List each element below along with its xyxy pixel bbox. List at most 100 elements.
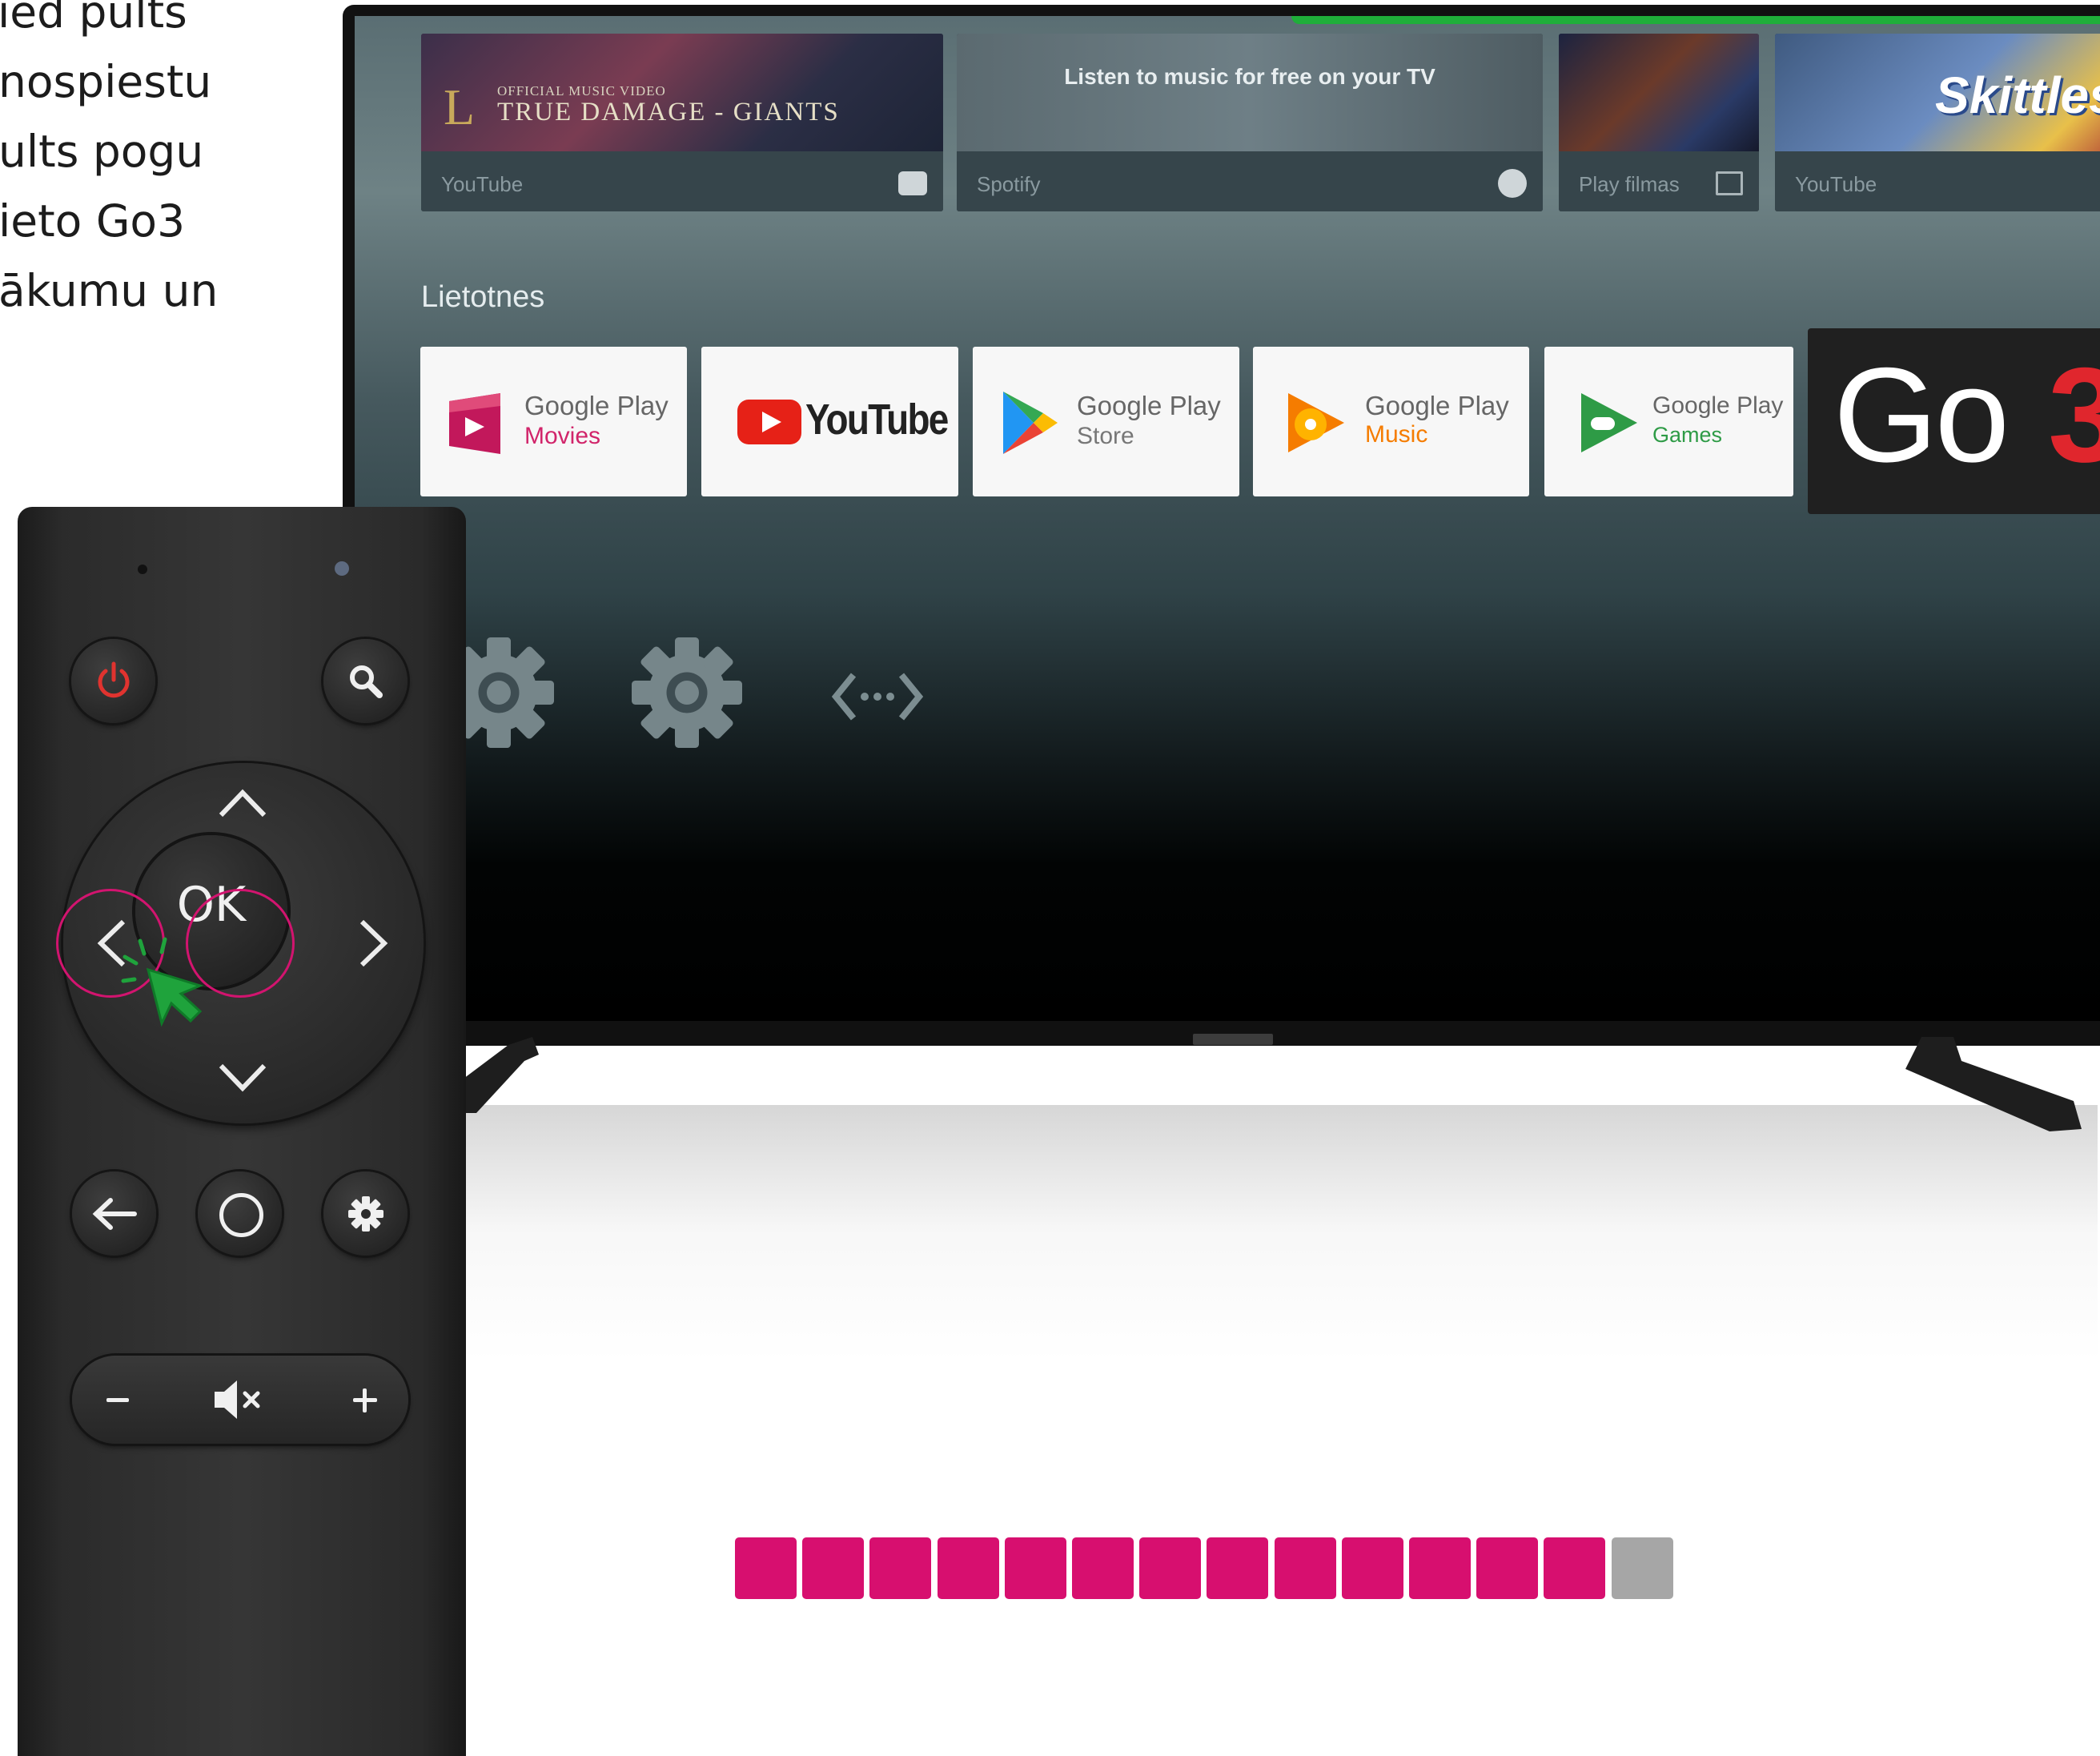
home-button[interactable] [198,1171,282,1256]
power-button[interactable] [71,639,155,723]
status-led [335,561,349,576]
progress-segment [1072,1537,1134,1599]
app-line2: Movies [524,423,601,449]
card-title: Listen to music for free on your TV [1064,64,1435,89]
card-source: YouTube [1795,172,1877,196]
tv-screen: L OFFICIAL MUSIC VIDEO TRUE DAMAGE - GIA… [355,16,2100,1021]
click-cursor-icon [121,937,204,1027]
tv-brand-logo [1193,1034,1273,1045]
progress-segment [1409,1537,1471,1599]
recommendation-card-youtube[interactable]: L OFFICIAL MUSIC VIDEO TRUE DAMAGE - GIA… [421,34,943,211]
card-footer: YouTube [421,151,943,211]
tv-reflection [456,1105,2098,1361]
app-line2: Music [1365,421,1428,448]
instruction-line: ied pults [0,0,187,38]
progress-segment [1341,1537,1403,1599]
app-google-play-games[interactable]: Google Play Games [1544,347,1793,496]
plus-icon-v [363,1388,367,1412]
dpad-up-button[interactable] [215,783,271,826]
google-play-store-icon [1003,392,1058,454]
progress-segment [1139,1537,1202,1599]
ir-sensor [138,565,147,574]
recommendation-card-spotify[interactable]: Listen to music for free on your TV Spot… [957,34,1543,211]
card-footer: Play filmas [1559,151,1759,211]
apps-row-title: Lietotnes [421,280,545,314]
app-youtube[interactable]: YouTube [701,347,958,496]
chevron-down-icon [219,1063,267,1092]
card-source: Play filmas [1579,172,1680,196]
league-logo: L [444,78,476,135]
card-art: L OFFICIAL MUSIC VIDEO TRUE DAMAGE - GIA… [421,34,943,151]
card-footer: YouTube [1775,151,2100,211]
app-line1: Google Play [524,391,669,420]
google-play-music-icon [1288,393,1344,452]
back-arrow-icon [92,1198,137,1230]
tv: L OFFICIAL MUSIC VIDEO TRUE DAMAGE - GIA… [343,5,2100,1046]
instruction-text: ied pults nospiestu ults pogu ieto Go3 ā… [0,0,336,326]
minus-icon [106,1398,129,1402]
instruction-line: ākumu un [0,265,219,316]
tv-top-accent [1291,16,2100,24]
recommendation-card-youtube-2[interactable]: Skittles YouTube [1775,34,2100,211]
settings-button[interactable] [323,1171,408,1256]
app-line2: Store [1077,423,1134,449]
search-icon [350,665,383,698]
chevron-right-icon [359,919,388,967]
card-source: YouTube [441,172,524,196]
card-overline: OFFICIAL MUSIC VIDEO [497,83,666,98]
remote-control: OK [18,507,466,1756]
volume-up-button[interactable] [340,1380,388,1420]
volume-rocker [72,1356,408,1444]
tv-stand-left [460,1037,539,1113]
card-art [1559,34,1759,151]
card-title: Skittles [1935,66,2100,124]
film-icon [1716,171,1743,195]
google-play-games-icon [1581,393,1637,452]
home-circle-icon [219,1193,263,1237]
card-art: Skittles [1775,34,2100,151]
progress-segment [1544,1537,1606,1599]
search-button[interactable] [323,639,408,723]
go3-logo-mark: 3 [2048,340,2100,490]
volume-down-button[interactable] [92,1380,140,1420]
progress-segment [1611,1537,1673,1599]
card-art: Listen to music for free on your TV [957,34,1543,151]
progress-segment [1004,1537,1066,1599]
card-title: TRUE DAMAGE - GIANTS [497,98,840,127]
app-go3[interactable]: Go 3 [1808,328,2100,514]
progress-segment [937,1537,999,1599]
progress-segment [1207,1537,1269,1599]
youtube-icon [898,171,927,195]
device-settings-gear-icon[interactable] [627,633,747,753]
card-footer: Spotify [957,151,1543,211]
youtube-logo-icon [737,400,801,444]
spotify-icon [1498,169,1527,198]
card-source: Spotify [977,172,1041,196]
dpad-right-button[interactable] [354,915,394,974]
app-label: YouTube [805,396,949,444]
mute-icon [215,1380,260,1419]
progress-segment [802,1537,865,1599]
chevron-up-icon [219,789,267,818]
recommendation-card-play-films[interactable]: Play filmas [1559,34,1759,211]
progress-segment [869,1537,932,1599]
tv-stand-right [1905,1037,2082,1131]
step-progress [735,1537,1680,1599]
app-google-play-store[interactable]: Google Play Store [973,347,1239,496]
power-icon [98,661,130,698]
app-google-play-movies[interactable]: Google Play Movies [420,347,687,496]
gear-icon [348,1196,383,1232]
instruction-line: nospiestu [0,56,212,107]
mute-button[interactable] [208,1376,272,1424]
network-inputs-icon[interactable] [829,669,926,725]
app-line1: Google Play [1077,391,1221,420]
dpad-down-button[interactable] [215,1058,271,1101]
app-line1: Google Play [1652,392,1784,419]
app-line2: Games [1652,423,1723,447]
progress-segment [1476,1537,1539,1599]
progress-segment [735,1537,797,1599]
app-google-play-music[interactable]: Google Play Music [1253,347,1529,496]
back-button[interactable] [72,1171,156,1256]
instruction-line: ieto Go3 [0,195,186,247]
progress-segment [1274,1537,1336,1599]
